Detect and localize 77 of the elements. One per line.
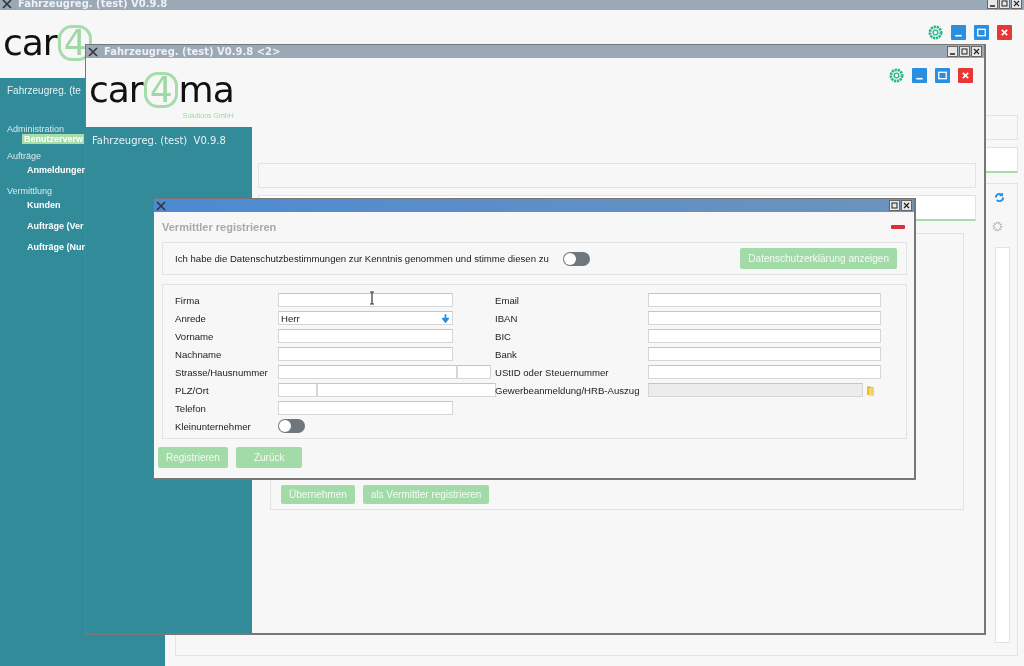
maximize-button[interactable]	[999, 0, 1010, 9]
close-button[interactable]	[971, 46, 982, 57]
settings-icon[interactable]	[928, 25, 943, 40]
toggle-switch[interactable]	[562, 251, 590, 266]
window-title: Fahrzeugreg. (test) V0.9.8	[18, 0, 169, 9]
field-label: PLZ/Ort	[175, 384, 210, 396]
sidebar-item[interactable]: Aufträge (Ver	[22, 217, 84, 235]
section-title: Administration	[6, 124, 65, 134]
close-button[interactable]	[901, 200, 912, 211]
input-field[interactable]	[317, 383, 496, 397]
field-label: BIC	[495, 330, 512, 342]
input-field[interactable]	[278, 383, 317, 397]
input-field[interactable]	[278, 401, 453, 415]
sidebar-header: Fahrzeugreg. (test) V0.9.8	[91, 135, 226, 146]
close-icon[interactable]	[997, 25, 1012, 40]
text-cursor-icon	[369, 291, 375, 305]
dialog-heading: Vermittler registrieren	[162, 221, 277, 233]
field-label: Vorname	[175, 330, 215, 342]
field-label: UStID oder Steuernummer	[495, 366, 610, 378]
logo-text: car	[89, 70, 143, 110]
input-field[interactable]	[278, 365, 457, 379]
gear-icon[interactable]	[992, 221, 1003, 232]
input-field[interactable]	[278, 293, 453, 307]
minimize-button[interactable]	[987, 0, 998, 9]
input-field[interactable]	[648, 329, 881, 343]
maximize-icon[interactable]	[974, 25, 989, 40]
toggle-switch[interactable]	[278, 419, 305, 433]
close-icon[interactable]	[958, 68, 973, 83]
select-field[interactable]: Herr	[278, 311, 453, 325]
action-button[interactable]: Registrieren	[158, 447, 228, 468]
logo-text: car	[3, 23, 57, 63]
minimize-icon[interactable]	[951, 25, 966, 40]
field-label: Telefon	[175, 402, 207, 414]
input-field[interactable]	[278, 347, 453, 361]
sidebar-item[interactable]: Benutzerverw	[22, 134, 84, 144]
folder-icon[interactable]	[867, 384, 874, 396]
minimize-button[interactable]	[947, 46, 958, 57]
input-field[interactable]	[648, 311, 881, 325]
field-label: Nachname	[175, 348, 223, 360]
action-button[interactable]: Zurück	[235, 447, 303, 468]
maximize-button[interactable]	[889, 200, 900, 211]
window-title: Fahrzeugreg. (test) V0.9.8 <2>	[104, 46, 282, 57]
close-button[interactable]	[1011, 0, 1022, 9]
input-field[interactable]	[278, 329, 453, 343]
sidebar-item[interactable]: Kunden	[22, 196, 84, 214]
sidebar-item[interactable]: Anmeldungen	[22, 161, 84, 179]
maximize-button[interactable]	[959, 46, 970, 57]
field-label: Kleinunternehmer	[175, 420, 252, 432]
section-title: Vermittlung	[6, 186, 53, 196]
field-label: Bank	[495, 348, 518, 360]
x-icon[interactable]	[88, 46, 98, 57]
action-button[interactable]: als Vermittler registrieren	[362, 485, 490, 504]
settings-icon[interactable]	[889, 68, 904, 83]
consent-text: Ich habe die Datenschutzbestimmungen zur Kenntnis genommen und stimme diesen zu	[175, 253, 549, 264]
refresh-icon[interactable]	[994, 192, 1005, 203]
field-label: Firma	[175, 294, 201, 306]
field-label: Anrede	[175, 312, 207, 324]
x-icon[interactable]	[2, 0, 12, 9]
sidebar-item[interactable]: Aufträge (Nur	[22, 238, 84, 256]
input-field[interactable]	[457, 365, 491, 379]
input-field[interactable]	[648, 293, 881, 307]
field-label: Strasse/Hausnummer	[175, 366, 269, 378]
field-label: IBAN	[495, 312, 519, 324]
logo-text: ma	[178, 70, 234, 110]
input-field[interactable]	[648, 347, 881, 361]
logo-badge: 4	[143, 72, 178, 108]
action-button[interactable]: Übernehmen	[281, 485, 355, 504]
input-field[interactable]	[648, 365, 881, 379]
field-label: Email	[495, 294, 520, 306]
sidebar-header: Fahrzeugreg. (te	[6, 85, 81, 96]
minimize-icon[interactable]	[912, 68, 927, 83]
section-title: Aufträge	[6, 151, 42, 161]
maximize-icon[interactable]	[935, 68, 950, 83]
field-label: Gewerbeanmeldung/HRB-Auszug	[495, 384, 641, 396]
x-icon[interactable]	[156, 200, 166, 211]
arrow-down-icon	[442, 313, 449, 323]
privacy-button[interactable]: Datenschutzerklärung anzeigen	[740, 248, 897, 269]
